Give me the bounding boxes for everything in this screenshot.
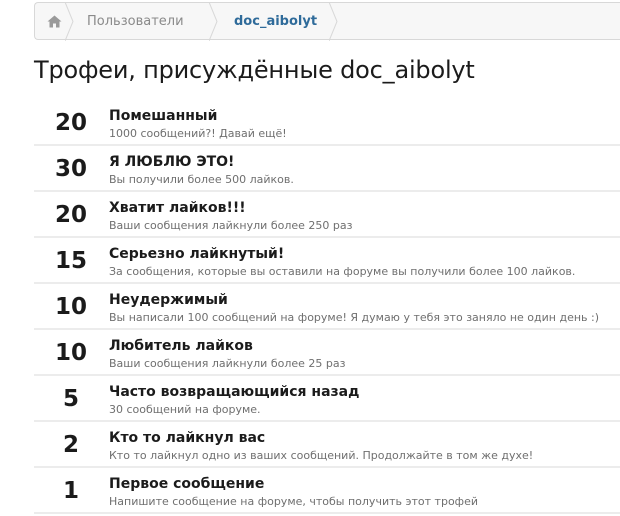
trophy-points: 10	[54, 340, 87, 366]
breadcrumb-separator	[329, 2, 345, 41]
trophy-title: Помешанный	[109, 108, 218, 124]
breadcrumb-home[interactable]	[35, 2, 74, 41]
trophy-item: 2 Кто то лайкнул вас Кто то лайкнул одно…	[34, 424, 620, 468]
trophy-title: Неудержимый	[109, 292, 228, 308]
trophy-title: Серьезно лайкнутый!	[109, 246, 285, 262]
breadcrumb: Пользователи doc_aibolyt	[34, 2, 620, 41]
trophy-points: 15	[54, 248, 87, 274]
trophy-points: 20	[54, 110, 87, 136]
trophy-title: Часто возвращающийся назад	[109, 384, 360, 400]
trophy-points: 10	[54, 294, 87, 320]
trophy-points: 5	[62, 386, 79, 412]
trophy-item: 15 Серьезно лайкнутый! За сообщения, кот…	[34, 240, 620, 284]
trophy-title: Кто то лайкнул вас	[109, 430, 266, 446]
trophy-description: Ваши сообщения лайкнули более 25 раз	[109, 357, 346, 370]
trophy-description: Вы написали 100 сообщений на форуме! Я д…	[109, 311, 600, 324]
trophy-description: Напишите сообщение на форуме, чтобы полу…	[109, 495, 478, 508]
trophy-item: 1 Первое сообщение Напишите сообщение на…	[34, 470, 620, 514]
trophy-item: 20 Помешанный 1000 сообщений?! Давай ещё…	[34, 102, 620, 146]
trophy-title: Любитель лайков	[109, 338, 253, 354]
breadcrumb-current-label: doc_aibolyt	[234, 13, 318, 29]
trophy-list: 20 Помешанный 1000 сообщений?! Давай ещё…	[34, 102, 620, 516]
trophy-item: 20 Хватит лайков!!! Ваши сообщения лайкн…	[34, 194, 620, 238]
trophy-description: Кто то лайкнул одно из ваших сообщений. …	[109, 449, 534, 462]
trophy-description: Вы получили более 500 лайков.	[109, 173, 294, 186]
breadcrumb-item-users[interactable]: Пользователи	[73, 2, 218, 41]
trophy-description: 1000 сообщений?! Давай ещё!	[109, 127, 287, 140]
trophy-description: Ваши сообщения лайкнули более 250 раз	[109, 219, 353, 232]
breadcrumb-users-label: Пользователи	[87, 13, 184, 29]
trophy-description: За сообщения, которые вы оставили на фор…	[109, 265, 576, 278]
trophy-points: 1	[62, 478, 79, 504]
trophy-title: Я ЛЮБЛЮ ЭТО!	[109, 154, 235, 170]
breadcrumb-item-current-user[interactable]: doc_aibolyt	[217, 2, 338, 41]
trophy-title: Хватит лайков!!!	[109, 200, 246, 216]
home-icon	[47, 15, 62, 28]
page-title: Трофеи, присуждённые doc_aibolyt	[34, 56, 475, 84]
trophy-points: 2	[62, 432, 79, 458]
trophy-item: 30 Я ЛЮБЛЮ ЭТО! Вы получили более 500 ла…	[34, 148, 620, 192]
trophy-item: 10 Неудержимый Вы написали 100 сообщений…	[34, 286, 620, 330]
trophy-points: 30	[54, 156, 87, 182]
trophy-item: 5 Часто возвращающийся назад 30 сообщени…	[34, 378, 620, 422]
trophy-description: 30 сообщений на форуме.	[109, 403, 261, 416]
trophy-item: 10 Любитель лайков Ваши сообщения лайкну…	[34, 332, 620, 376]
trophy-points: 20	[54, 202, 87, 228]
trophy-title: Первое сообщение	[109, 476, 265, 492]
